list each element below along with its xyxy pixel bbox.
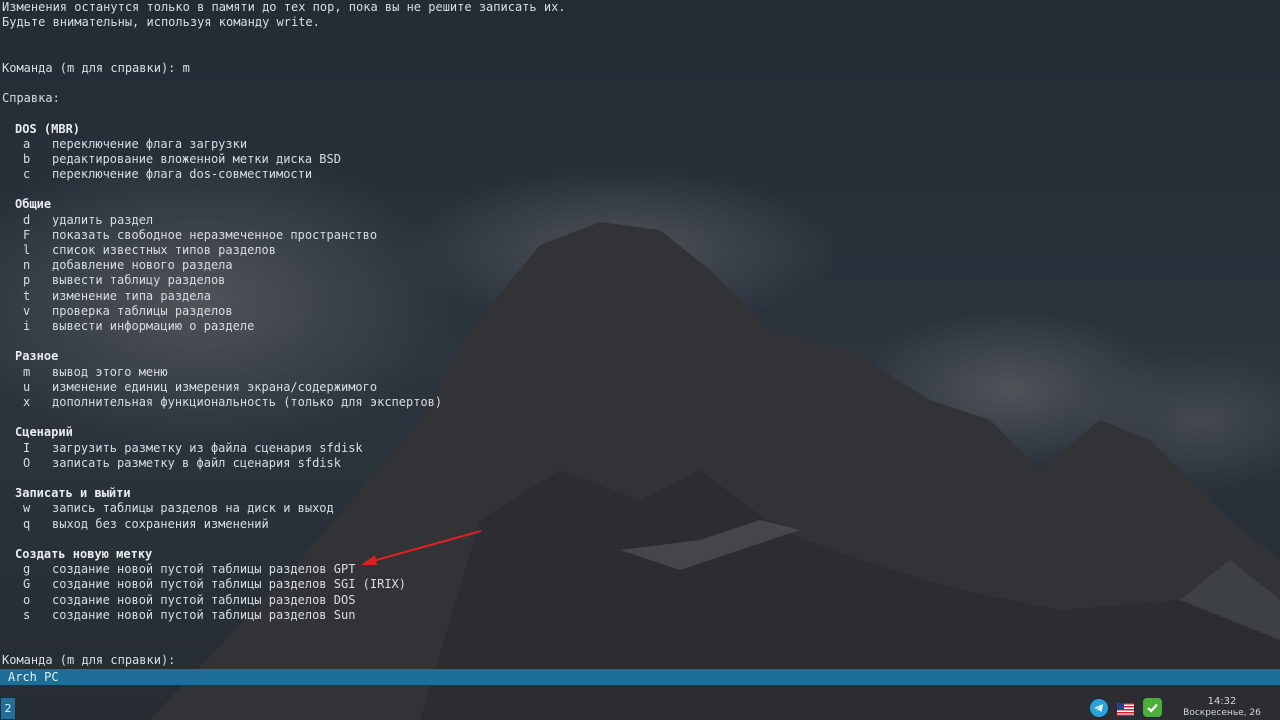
command-key: s	[23, 607, 31, 622]
command-desc: вывод этого меню	[52, 364, 168, 379]
command-row: p вывести таблицу разделов	[2, 273, 1280, 288]
prompt-last[interactable]: Команда (m для справки):	[2, 653, 1280, 668]
command-row: q выход без сохранения изменений	[2, 517, 1280, 532]
shield-check-icon[interactable]	[1143, 698, 1162, 717]
command-desc: редактирование вложенной метки диска BSD	[52, 151, 341, 166]
command-desc: показать свободное неразмеченное простра…	[52, 227, 378, 242]
command-row: l список известных типов разделов	[2, 243, 1280, 258]
section-title-new-label: Создать новую метку	[15, 547, 153, 562]
command-row: b редактирование вложенной метки диска BS…	[2, 152, 1280, 167]
command-row: m вывод этого меню	[2, 365, 1280, 380]
command-desc: выход без сохранения изменений	[52, 516, 269, 531]
command-desc: создание новой пустой таблицы разделов G…	[52, 562, 356, 577]
command-key: g	[23, 562, 31, 577]
command-row: i вывести информацию о разделе	[2, 319, 1280, 334]
command-key: b	[23, 151, 31, 166]
clock-date: Воскресенье, 26 апреля	[1183, 707, 1261, 720]
telegram-icon[interactable]	[1090, 699, 1108, 717]
command-desc: переключение флага загрузки	[52, 136, 248, 151]
tmux-status-bar: Arch PC	[0, 669, 1280, 685]
command-desc: изменение типа раздела	[52, 288, 211, 303]
section-title-write-exit: Записать и выйти	[15, 486, 131, 501]
command-key: q	[23, 516, 31, 531]
command-desc: загрузить разметку из файла сценария sfd…	[52, 440, 363, 455]
command-key: F	[23, 227, 31, 242]
command-row: u изменение единиц измерения экрана/содер…	[2, 380, 1280, 395]
command-key: I	[23, 440, 31, 455]
command-key: u	[23, 379, 31, 394]
command-row: Gсоздание новой пустой таблицы разделов …	[2, 577, 1280, 592]
command-key: O	[23, 455, 31, 470]
command-row: d удалить раздел	[2, 213, 1280, 228]
command-row: x дополнительная функциональность (только…	[2, 395, 1280, 410]
command-desc: удалить раздел	[52, 212, 154, 227]
command-key: G	[23, 577, 31, 592]
command-key: o	[23, 592, 31, 607]
command-row: c переключение флага dos-совместимости	[2, 167, 1280, 182]
panel-clock[interactable]: 14:32 Воскресенье, 26 апреля	[1168, 696, 1276, 720]
command-row: Iзагрузить разметку из файла сценария sf…	[2, 441, 1280, 456]
command-key: m	[23, 364, 31, 379]
section-title-general: Общие	[15, 197, 52, 212]
clock-time: 14:32	[1207, 696, 1237, 707]
workspace-button[interactable]: 2	[1, 698, 15, 719]
check-icon	[1147, 703, 1158, 713]
desktop-panel: 2 14:32 Воскресенье, 26 апреля	[0, 696, 1280, 720]
command-desc: создание новой пустой таблицы разделов S…	[52, 607, 356, 622]
command-desc: вывести информацию о разделе	[52, 319, 255, 334]
command-desc: записать разметку в файл сценария sfdisk	[52, 455, 341, 470]
command-row: a переключение флага загрузки	[2, 137, 1280, 152]
command-key: i	[23, 319, 31, 334]
section-title-script: Сценарий	[15, 425, 73, 440]
us-flag-icon	[1117, 703, 1134, 716]
command-key: n	[23, 258, 31, 273]
command-key: d	[23, 212, 31, 227]
command-desc: дополнительная функциональность (только …	[52, 395, 443, 410]
command-row: s создание новой пустой таблицы разделов …	[2, 608, 1280, 623]
command-desc: создание новой пустой таблицы разделов S…	[52, 577, 407, 592]
help-heading: Справка:	[2, 91, 60, 106]
command-key: w	[23, 501, 31, 516]
command-row: w запись таблицы разделов на диск и выход	[2, 501, 1280, 516]
command-row: Fпоказать свободное неразмеченное простр…	[2, 228, 1280, 243]
command-desc: изменение единиц измерения экрана/содерж…	[52, 379, 378, 394]
command-key: t	[23, 288, 31, 303]
command-desc: добавление нового раздела	[52, 258, 233, 273]
command-key: a	[23, 136, 31, 151]
command-row: n добавление нового раздела	[2, 258, 1280, 273]
command-row: o создание новой пустой таблицы разделов …	[2, 593, 1280, 608]
telegram-icon	[1094, 704, 1103, 712]
intro-line-1: Изменения останутся только в памяти до т…	[2, 0, 566, 14]
prompt-first: Команда (m для справки): m	[2, 60, 190, 75]
command-desc: список известных типов разделов	[52, 243, 276, 258]
command-desc: запись таблицы разделов на диск и выход	[52, 501, 334, 516]
command-row: v проверка таблицы разделов	[2, 304, 1280, 319]
us-flag-icon[interactable]	[1117, 701, 1134, 716]
section-title-misc: Разное	[15, 349, 59, 364]
command-key: x	[23, 395, 31, 410]
command-row: Oзаписать разметку в файл сценария sfdis…	[2, 456, 1280, 471]
command-desc: проверка таблицы разделов	[52, 303, 233, 318]
terminal-output[interactable]: Изменения останутся только в памяти до т…	[0, 0, 1280, 668]
command-desc: создание новой пустой таблицы разделов D…	[52, 592, 356, 607]
command-desc: переключение флага dos-совместимости	[52, 167, 313, 182]
tmux-session-name: Arch PC	[8, 670, 59, 684]
command-key: v	[23, 303, 31, 318]
command-key: l	[23, 243, 31, 258]
command-desc: вывести таблицу разделов	[52, 273, 226, 288]
section-title-dos: DOS (MBR)	[15, 121, 81, 136]
intro-line-2: Будьте внимательны, используя команду wr…	[2, 15, 320, 30]
command-key: p	[23, 273, 31, 288]
command-row: t изменение типа раздела	[2, 289, 1280, 304]
command-row-gpt: g создание новой пустой таблицы разделов …	[2, 562, 1280, 577]
command-key: c	[23, 167, 31, 182]
